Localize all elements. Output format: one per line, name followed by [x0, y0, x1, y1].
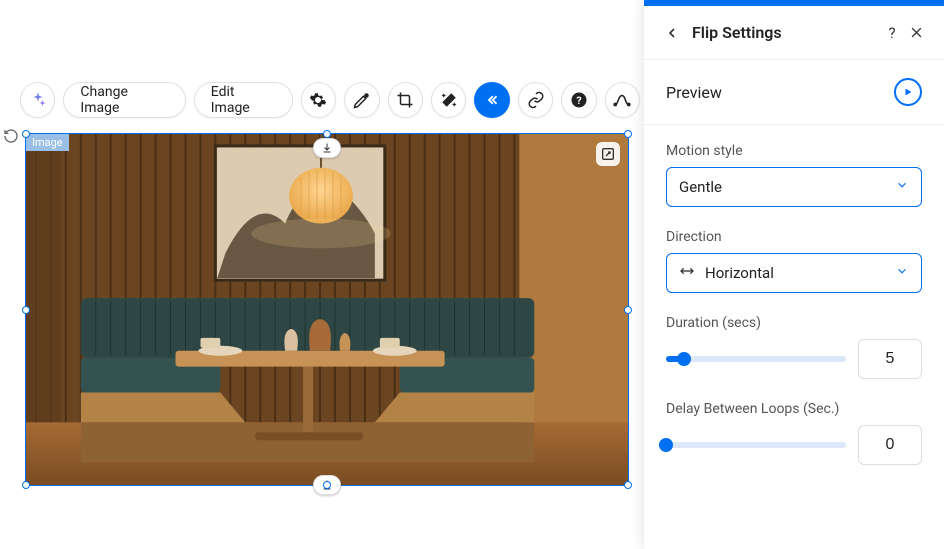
- direction-section: Direction Horizontal: [644, 211, 944, 297]
- motion-style-select[interactable]: Gentle: [666, 167, 922, 207]
- duration-slider-thumb[interactable]: [677, 352, 691, 366]
- help-button[interactable]: ?: [880, 21, 904, 45]
- resize-handle-br[interactable]: [624, 481, 632, 489]
- change-image-button[interactable]: Change Image: [63, 82, 185, 118]
- ai-sparkle-button[interactable]: [20, 82, 55, 118]
- editor-canvas: Change Image Edit Image ?: [0, 0, 640, 549]
- flip-settings-panel: Flip Settings ? Preview Motion style Gen…: [644, 0, 944, 549]
- help-toolbar-button[interactable]: ?: [561, 82, 596, 118]
- panel-title: Flip Settings: [692, 23, 880, 42]
- path-button[interactable]: [605, 82, 640, 118]
- direction-select[interactable]: Horizontal: [666, 253, 922, 293]
- resize-handle-tl[interactable]: [22, 130, 30, 138]
- image-content: [26, 134, 628, 485]
- resize-handle-mr[interactable]: [624, 306, 632, 314]
- preview-play-button[interactable]: [894, 78, 922, 106]
- motion-style-label: Motion style: [666, 143, 922, 159]
- delay-slider-thumb[interactable]: [659, 438, 673, 452]
- duration-input[interactable]: [858, 339, 922, 379]
- horizontal-arrows-icon: [679, 263, 695, 283]
- top-handle-download-icon[interactable]: [313, 138, 341, 158]
- chevron-down-icon: [895, 178, 909, 196]
- svg-text:?: ?: [576, 94, 581, 107]
- edit-image-label: Edit Image: [211, 84, 276, 116]
- motion-style-value: Gentle: [679, 178, 722, 196]
- selection-type-badge: Image: [26, 134, 69, 151]
- change-image-label: Change Image: [80, 84, 168, 116]
- resize-handle-tm[interactable]: [323, 130, 331, 138]
- chevron-down-icon: [895, 264, 909, 282]
- back-button[interactable]: [660, 21, 684, 45]
- animation-button[interactable]: [474, 82, 509, 118]
- resize-handle-bl[interactable]: [22, 481, 30, 489]
- resize-handle-bm[interactable]: [323, 481, 331, 489]
- motion-style-section: Motion style Gentle: [644, 125, 944, 211]
- duration-section: Duration (secs): [644, 297, 944, 383]
- crop-button[interactable]: [388, 82, 423, 118]
- delay-slider[interactable]: [666, 442, 846, 448]
- resize-handle-ml[interactable]: [22, 306, 30, 314]
- undo-button[interactable]: [2, 127, 20, 145]
- link-button[interactable]: [518, 82, 553, 118]
- panel-header: Flip Settings ?: [644, 6, 944, 60]
- color-picker-button[interactable]: [344, 82, 379, 118]
- delay-input[interactable]: [858, 425, 922, 465]
- direction-label: Direction: [666, 229, 922, 245]
- preview-row: Preview: [644, 60, 944, 125]
- image-toolbar: Change Image Edit Image ?: [20, 82, 640, 118]
- expand-icon[interactable]: [596, 142, 620, 166]
- delay-label: Delay Between Loops (Sec.): [666, 401, 922, 417]
- duration-label: Duration (secs): [666, 315, 922, 331]
- preview-label: Preview: [666, 83, 722, 102]
- image-selection-frame[interactable]: Image: [25, 133, 629, 486]
- close-button[interactable]: [904, 21, 928, 45]
- edit-image-button[interactable]: Edit Image: [194, 82, 293, 118]
- direction-value: Horizontal: [705, 264, 774, 282]
- duration-slider[interactable]: [666, 356, 846, 362]
- settings-button[interactable]: [301, 82, 336, 118]
- delay-section: Delay Between Loops (Sec.): [644, 383, 944, 469]
- resize-handle-tr[interactable]: [624, 130, 632, 138]
- magic-button[interactable]: [431, 82, 466, 118]
